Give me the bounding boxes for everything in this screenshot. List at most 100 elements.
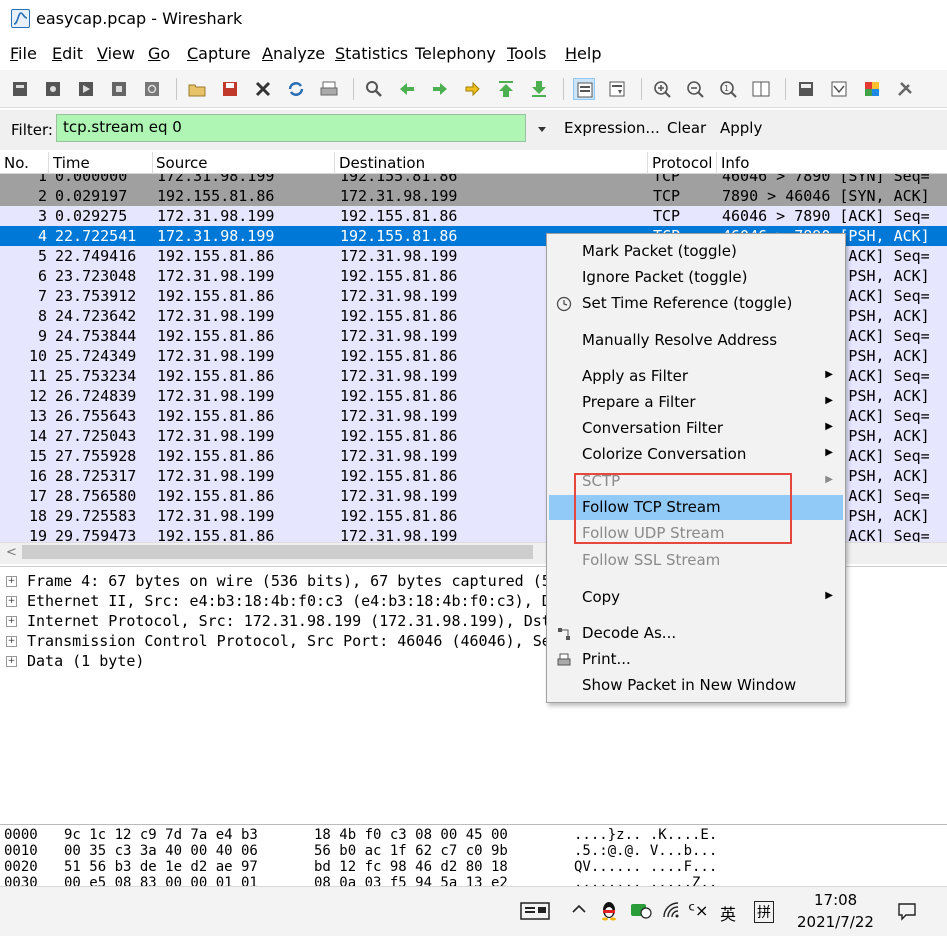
- filter-dropdown-icon[interactable]: [536, 121, 548, 133]
- menu-telephony[interactable]: Telephony: [415, 44, 496, 63]
- zoom-out-icon[interactable]: [684, 78, 706, 100]
- save-file-icon[interactable]: [219, 78, 241, 100]
- apply-button[interactable]: Apply: [720, 119, 762, 137]
- taskbar-clock-date[interactable]: 2021/7/22: [797, 913, 874, 931]
- stop-capture-icon[interactable]: [108, 78, 130, 100]
- packet-destination: 172.31.98.199: [340, 367, 458, 385]
- menu-tools[interactable]: Tools: [507, 44, 546, 63]
- zoom-normal-icon[interactable]: 1: [717, 78, 739, 100]
- restart-capture-icon[interactable]: [141, 78, 163, 100]
- hscroll-thumb[interactable]: [22, 545, 533, 559]
- print-icon[interactable]: [318, 78, 340, 100]
- coloring-rules-icon[interactable]: [861, 78, 883, 100]
- packet-time: 26.755643: [55, 407, 137, 425]
- packet-time: 26.724839: [55, 387, 137, 405]
- submenu-arrow-icon: ▶: [825, 395, 833, 406]
- hex-row[interactable]: 0000 9c 1c 12 c9 7d 7a e4 b3 18 4b f0 c3 0…: [0, 827, 947, 843]
- go-back-icon[interactable]: [396, 78, 418, 100]
- ctx-conversation-filter[interactable]: Conversation Filter ▶: [549, 416, 843, 441]
- ctx-set-time-reference-toggle[interactable]: Set Time Reference (toggle): [549, 291, 843, 316]
- close-file-icon[interactable]: [252, 78, 274, 100]
- ctx-prepare-a-filter[interactable]: Prepare a Filter ▶: [549, 390, 843, 415]
- packet-source: 192.155.81.86: [157, 327, 275, 345]
- start-capture-icon[interactable]: [75, 78, 97, 100]
- display-filters-icon[interactable]: [828, 78, 850, 100]
- taskbar-clock-time[interactable]: 17:08: [814, 891, 857, 909]
- hex-row[interactable]: 0030 00 e5 08 83 00 00 01 01 08 0a 03 f5 9…: [0, 875, 947, 886]
- menu-go[interactable]: Go: [148, 44, 170, 63]
- menu-capture[interactable]: Capture: [187, 44, 251, 63]
- menu-view[interactable]: View: [97, 44, 135, 63]
- expand-icon[interactable]: +: [6, 656, 17, 667]
- hex-row[interactable]: 0020 51 56 b3 de 1e d2 ae 97 bd 12 fc 98 4…: [0, 859, 947, 875]
- packet-row[interactable]: 3 0.029275 172.31.98.199 192.155.81.86 TCP 46…: [0, 206, 947, 226]
- packet-destination: 172.31.98.199: [340, 187, 458, 205]
- menu-accel-letter: E: [52, 44, 63, 63]
- packet-source: 172.31.98.199: [157, 427, 275, 445]
- expand-icon[interactable]: +: [6, 576, 17, 587]
- ctx-copy[interactable]: Copy ▶: [549, 585, 843, 610]
- menu-accel-letter: F: [10, 44, 19, 63]
- packet-destination: 192.155.81.86: [340, 347, 458, 365]
- clear-button[interactable]: Clear: [667, 119, 706, 137]
- menu-file[interactable]: File: [10, 44, 37, 63]
- menu-analyze[interactable]: Analyze: [262, 44, 325, 63]
- ime-mode-indicator[interactable]: 英: [720, 901, 736, 925]
- volume-muted-icon[interactable]: ᑦ×: [688, 901, 708, 920]
- column-header-protocol[interactable]: Protocol: [652, 154, 712, 172]
- ctx-manually-resolve-address[interactable]: Manually Resolve Address: [549, 328, 843, 353]
- go-to-packet-icon[interactable]: [462, 78, 484, 100]
- qq-penguin-icon[interactable]: [600, 899, 618, 925]
- ctx-mark-packet-toggle[interactable]: Mark Packet (toggle): [549, 239, 843, 264]
- ctx-ignore-packet-toggle[interactable]: Ignore Packet (toggle): [549, 265, 843, 290]
- expand-icon[interactable]: +: [6, 616, 17, 627]
- chevron-up-icon[interactable]: [571, 901, 587, 921]
- ctx-decode-as[interactable]: Decode As...: [549, 621, 843, 646]
- capture-options-icon[interactable]: [42, 78, 64, 100]
- column-header-info[interactable]: Info: [721, 154, 749, 172]
- packet-destination: 192.155.81.86: [340, 267, 458, 285]
- scroll-left-icon[interactable]: <: [6, 545, 17, 560]
- expression-button[interactable]: Expression...: [564, 119, 660, 137]
- ime-input-indicator[interactable]: 拼: [754, 901, 774, 923]
- menu-help[interactable]: Help: [565, 44, 601, 63]
- wifi-icon[interactable]: [662, 901, 680, 923]
- display-filter-input[interactable]: tcp.stream eq 0: [56, 114, 526, 142]
- ctx-item-label: Manually Resolve Address: [582, 331, 778, 349]
- last-packet-icon[interactable]: [528, 78, 550, 100]
- expand-icon[interactable]: +: [6, 636, 17, 647]
- packet-no: 16: [28, 467, 47, 485]
- find-packet-icon[interactable]: [363, 78, 385, 100]
- interface-list-icon[interactable]: [9, 78, 31, 100]
- menu-label-rest: elp: [577, 44, 602, 63]
- capture-filters-icon[interactable]: [795, 78, 817, 100]
- column-header-no[interactable]: No.: [4, 154, 29, 172]
- notification-icon[interactable]: [897, 901, 917, 925]
- ctx-colorize-conversation[interactable]: Colorize Conversation ▶: [549, 442, 843, 467]
- packet-row[interactable]: 1 0.000000 172.31.98.199 192.155.81.86 TCP 46…: [0, 174, 947, 186]
- ctx-print[interactable]: Print...: [549, 647, 843, 672]
- menu-statistics[interactable]: Statistics: [335, 44, 408, 63]
- first-packet-icon[interactable]: [495, 78, 517, 100]
- ctx-item-label: Prepare a Filter: [582, 393, 696, 411]
- packet-row[interactable]: 2 0.029197 192.155.81.86 172.31.98.199 TCP 78…: [0, 186, 947, 206]
- keyboard-icon[interactable]: [520, 901, 550, 921]
- colorize-list-icon[interactable]: [573, 78, 595, 100]
- auto-scroll-icon[interactable]: [606, 78, 628, 100]
- tray-app-icon[interactable]: [630, 901, 652, 923]
- zoom-in-icon[interactable]: [651, 78, 673, 100]
- ctx-show-packet-in-new-window[interactable]: Show Packet in New Window: [549, 673, 843, 698]
- open-file-icon[interactable]: [186, 78, 208, 100]
- go-forward-icon[interactable]: [429, 78, 451, 100]
- ctx-apply-as-filter[interactable]: Apply as Filter ▶: [549, 364, 843, 389]
- reload-icon[interactable]: [285, 78, 307, 100]
- column-header-time[interactable]: Time: [53, 154, 90, 172]
- resize-columns-icon[interactable]: [750, 78, 772, 100]
- hex-bytes-left: 9c 1c 12 c9 7d 7a e4 b3: [64, 827, 258, 843]
- menu-edit[interactable]: Edit: [52, 44, 83, 63]
- hex-row[interactable]: 0010 00 35 c3 3a 40 00 40 06 56 b0 ac 1f 6…: [0, 843, 947, 859]
- preferences-icon[interactable]: [894, 78, 916, 100]
- expand-icon[interactable]: +: [6, 596, 17, 607]
- column-header-destination[interactable]: Destination: [339, 154, 425, 172]
- column-header-source[interactable]: Source: [156, 154, 208, 172]
